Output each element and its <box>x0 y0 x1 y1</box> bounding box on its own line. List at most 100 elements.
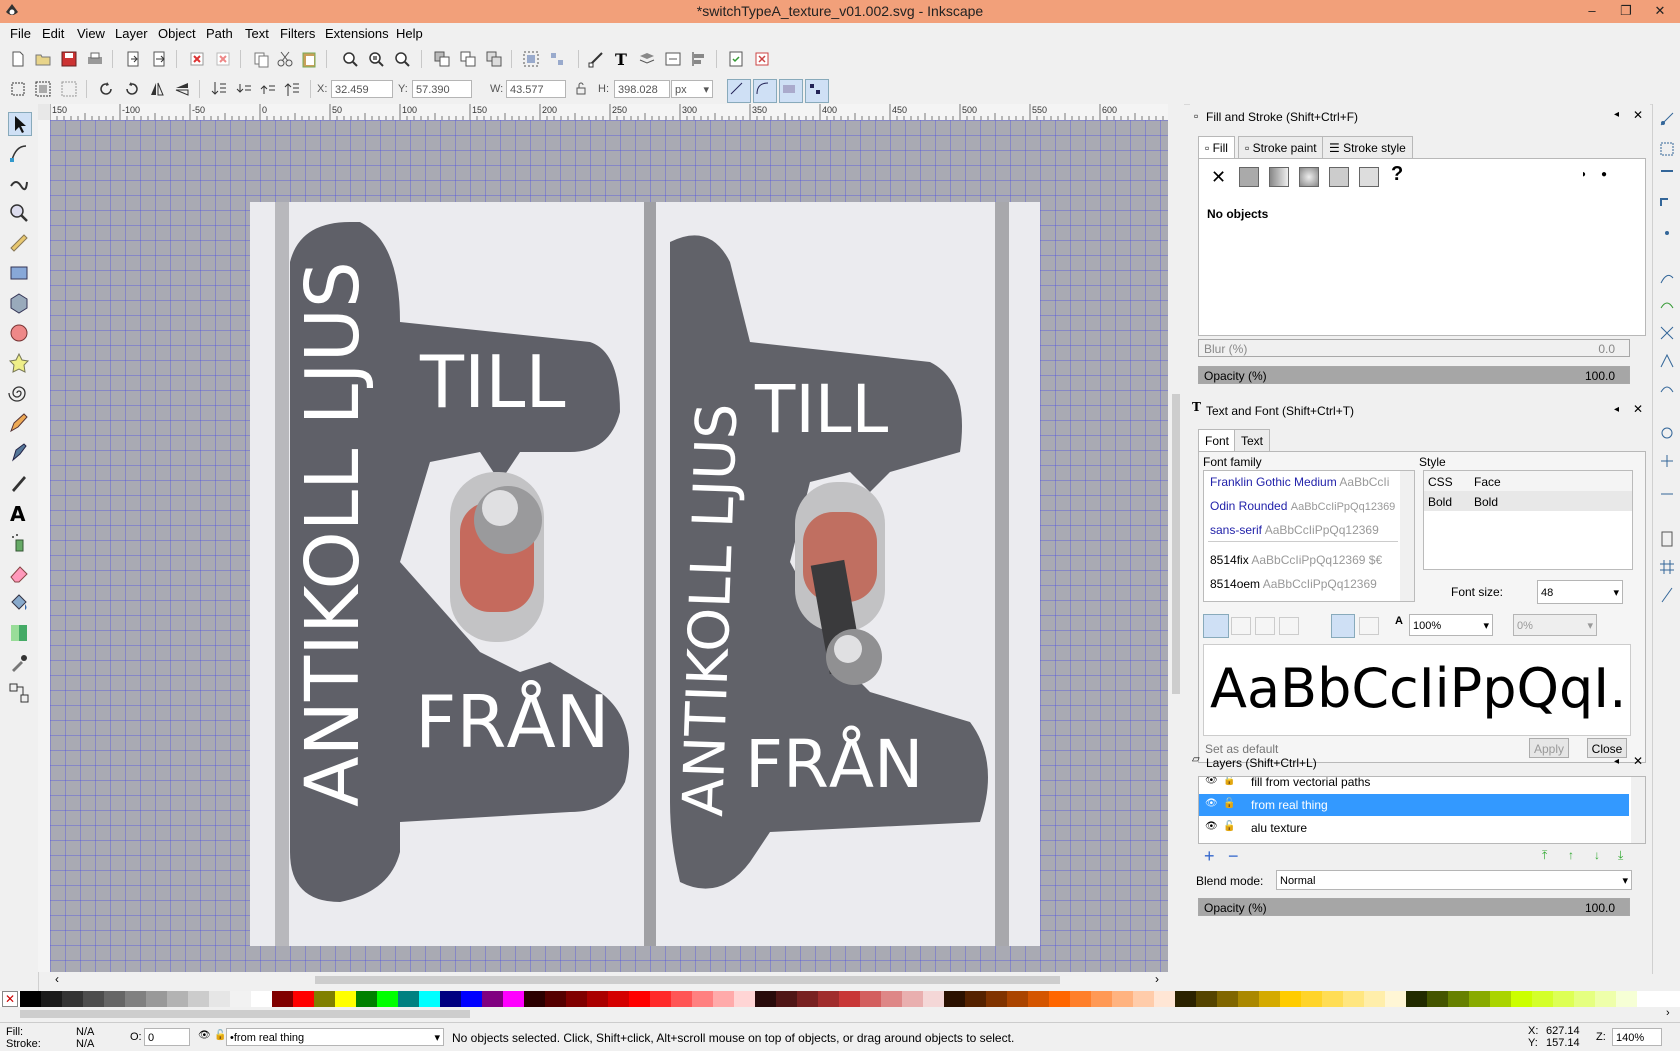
group-icon[interactable] <box>522 50 540 68</box>
spray-tool-icon[interactable] <box>8 532 30 554</box>
color-swatch[interactable] <box>167 991 188 1007</box>
snap-grid-icon[interactable] <box>1658 558 1676 576</box>
layer-row-selected[interactable]: 👁 🔓 from real thing <box>1199 794 1629 816</box>
flip-vertical-icon[interactable] <box>173 80 191 98</box>
unit-select[interactable]: px ▾ <box>671 80 713 98</box>
layers-scrollbar[interactable] <box>1631 777 1645 843</box>
color-swatch[interactable] <box>692 991 713 1007</box>
snap-nodes-icon[interactable] <box>1658 268 1676 286</box>
scale-stroke-toggle[interactable] <box>727 79 751 103</box>
opacity-indicator-field[interactable]: 0 <box>144 1028 190 1046</box>
font-row-8514oem[interactable]: 8514oem AaBbCcIiPpQq12369 <box>1210 577 1377 591</box>
color-palette[interactable]: ✕ <box>0 991 1680 1007</box>
color-swatch[interactable] <box>818 991 839 1007</box>
dropper-tool-icon[interactable] <box>8 652 30 674</box>
gradient-tool-icon[interactable] <box>8 622 30 644</box>
color-swatch[interactable] <box>1595 991 1616 1007</box>
print-icon[interactable] <box>86 50 104 68</box>
font-row-sans-serif[interactable]: sans-serif AaBbCcIiPpQq12369 <box>1210 523 1379 537</box>
lock-icon[interactable]: 🔓 <box>1223 821 1235 832</box>
color-swatch[interactable] <box>419 991 440 1007</box>
color-swatch[interactable] <box>20 991 41 1007</box>
select-all-layers-icon[interactable] <box>34 80 52 98</box>
color-swatch[interactable] <box>524 991 545 1007</box>
calligraphy-tool-icon[interactable] <box>8 472 30 494</box>
color-swatch[interactable] <box>146 991 167 1007</box>
font-list-scrollbar[interactable] <box>1400 471 1414 601</box>
color-swatch[interactable] <box>1574 991 1595 1007</box>
text-panel-iconify-icon[interactable]: ◂ <box>1614 404 1619 415</box>
close-button[interactable]: Close <box>1587 738 1627 758</box>
zoom-page-icon[interactable] <box>393 50 411 68</box>
snap-guide-icon[interactable] <box>1658 586 1676 604</box>
3d-box-tool-icon[interactable] <box>8 292 30 314</box>
undo-icon[interactable] <box>188 50 206 68</box>
save-icon[interactable] <box>60 50 78 68</box>
layer-opacity-slider[interactable]: Opacity (%) 100.0 <box>1198 898 1630 916</box>
color-swatch[interactable] <box>1490 991 1511 1007</box>
eye-icon[interactable]: 👁 <box>1205 798 1218 809</box>
layer-lock-icon[interactable]: 🔓 <box>214 1030 226 1041</box>
color-swatch[interactable] <box>1133 991 1154 1007</box>
color-swatch[interactable] <box>1427 991 1448 1007</box>
layer-to-bottom-icon[interactable]: ⤓ <box>1618 848 1623 863</box>
layer-row[interactable]: 👁 🔓 fill from vectorial paths <box>1199 777 1629 793</box>
selector-tool-icon[interactable] <box>8 112 32 136</box>
color-swatch[interactable] <box>251 991 272 1007</box>
text-tool-icon[interactable]: A <box>8 502 30 524</box>
font-row-odin[interactable]: Odin Rounded AaBbCcIiPpQq12369 <box>1210 499 1395 513</box>
scale-corners-toggle[interactable] <box>753 79 777 103</box>
color-swatch[interactable] <box>629 991 650 1007</box>
color-swatch[interactable] <box>923 991 944 1007</box>
star-tool-icon[interactable] <box>8 352 30 374</box>
color-swatch[interactable] <box>1259 991 1280 1007</box>
color-swatch[interactable] <box>1385 991 1406 1007</box>
paint-bucket-tool-icon[interactable] <box>8 592 30 614</box>
layer-to-top-icon[interactable]: ⤒ <box>1542 848 1547 863</box>
canvas[interactable]: ANTIKOLL LJUS TILL FRÅN ANTIKOLL LJUS TI… <box>50 120 1168 972</box>
word-spacing-select[interactable]: 0% ▾ <box>1513 614 1597 636</box>
canvas-vertical-scrollbar[interactable] <box>1168 104 1184 972</box>
color-swatch[interactable] <box>1070 991 1091 1007</box>
menu-text[interactable]: Text <box>245 26 269 41</box>
color-swatch[interactable] <box>713 991 734 1007</box>
color-swatch[interactable] <box>1049 991 1070 1007</box>
menu-path[interactable]: Path <box>206 26 233 41</box>
font-size-select[interactable]: 48 ▾ <box>1537 580 1623 604</box>
fill-rule-nonzero-icon[interactable]: ● <box>1601 169 1607 180</box>
color-swatch[interactable] <box>797 991 818 1007</box>
chevron-left-icon[interactable]: ‹ <box>55 972 59 986</box>
font-row-8514fix[interactable]: 8514fix AaBbCcIiPpQq12369 $€ <box>1210 553 1382 567</box>
align-center-button[interactable] <box>1231 617 1251 635</box>
open-icon[interactable] <box>34 50 52 68</box>
color-swatch[interactable] <box>1364 991 1385 1007</box>
color-swatch[interactable] <box>776 991 797 1007</box>
color-swatch[interactable] <box>1280 991 1301 1007</box>
export-icon[interactable] <box>150 50 168 68</box>
color-swatch[interactable] <box>1469 991 1490 1007</box>
current-layer-select[interactable]: •from real thing ▾ <box>226 1028 444 1046</box>
y-coordinate-field[interactable]: 57.390 <box>412 80 472 98</box>
line-spacing-select[interactable]: 100% ▾ <box>1409 614 1493 636</box>
text-panel-close-icon[interactable]: ✕ <box>1633 402 1643 416</box>
minimize-button[interactable]: – <box>1575 0 1609 22</box>
color-swatch[interactable] <box>587 991 608 1007</box>
align-right-button[interactable] <box>1255 617 1275 635</box>
color-swatch[interactable] <box>839 991 860 1007</box>
color-swatch[interactable] <box>1343 991 1364 1007</box>
color-swatch[interactable] <box>209 991 230 1007</box>
align-left-button[interactable] <box>1203 614 1229 638</box>
color-swatch[interactable] <box>230 991 251 1007</box>
color-swatch[interactable] <box>1616 991 1637 1007</box>
layer-raise-icon[interactable]: ↑ <box>1568 848 1574 862</box>
color-swatch[interactable] <box>902 991 923 1007</box>
blur-slider[interactable]: Blur (%) 0.0 <box>1198 339 1630 357</box>
color-swatch[interactable] <box>1532 991 1553 1007</box>
tab-fill[interactable]: ▫ Fill <box>1198 136 1235 158</box>
color-swatch[interactable] <box>671 991 692 1007</box>
remove-layer-icon[interactable]: − <box>1228 846 1239 867</box>
zoom-drawing-icon[interactable] <box>367 50 385 68</box>
color-swatch[interactable] <box>1091 991 1112 1007</box>
palette-menu-icon[interactable]: › <box>1666 1007 1670 1019</box>
color-swatch[interactable] <box>62 991 83 1007</box>
